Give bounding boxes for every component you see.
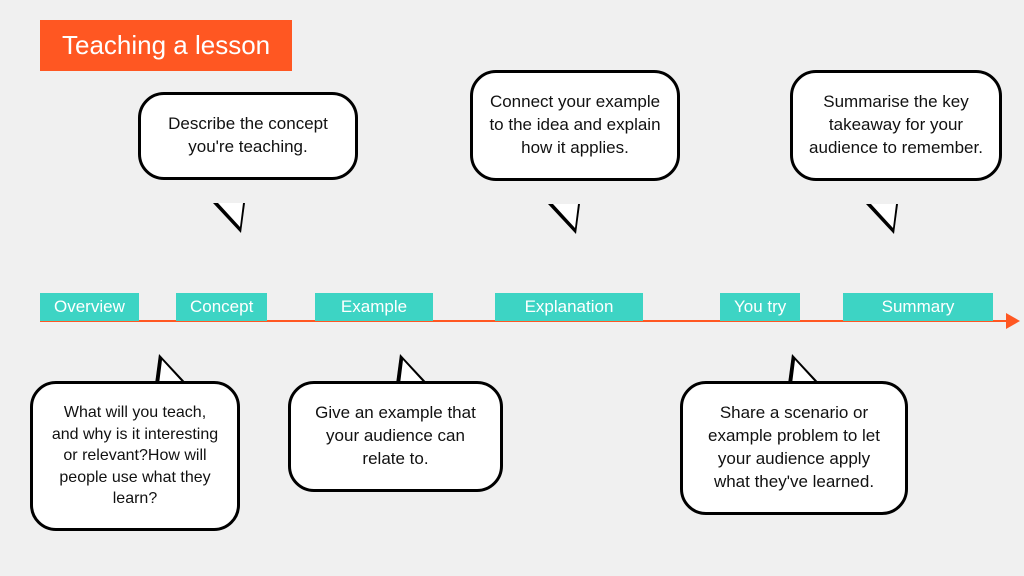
step-summary: Summary [843,293,993,321]
bubble-concept-tail-fill [218,203,243,227]
bubble-example: Give an example that your audience can r… [288,381,503,492]
bubble-you-try: Share a scenario or example problem to l… [680,381,908,515]
step-explanation: Explanation [495,293,643,321]
bubble-concept: Describe the concept you're teaching. [138,92,358,180]
bubble-summary-tail-fill [871,204,896,228]
step-example: Example [315,293,433,321]
bubble-explanation-tail-fill [553,204,578,228]
slide-title: Teaching a lesson [40,20,292,71]
timeline-arrow-head-icon [1006,313,1020,329]
step-overview: Overview [40,293,139,321]
step-you-try: You try [720,293,800,321]
bubble-explanation: Connect your example to the idea and exp… [470,70,680,181]
bubble-summary: Summarise the key takeaway for your audi… [790,70,1002,181]
bubble-overview: What will you teach, and why is it inter… [30,381,240,531]
step-concept: Concept [176,293,267,321]
